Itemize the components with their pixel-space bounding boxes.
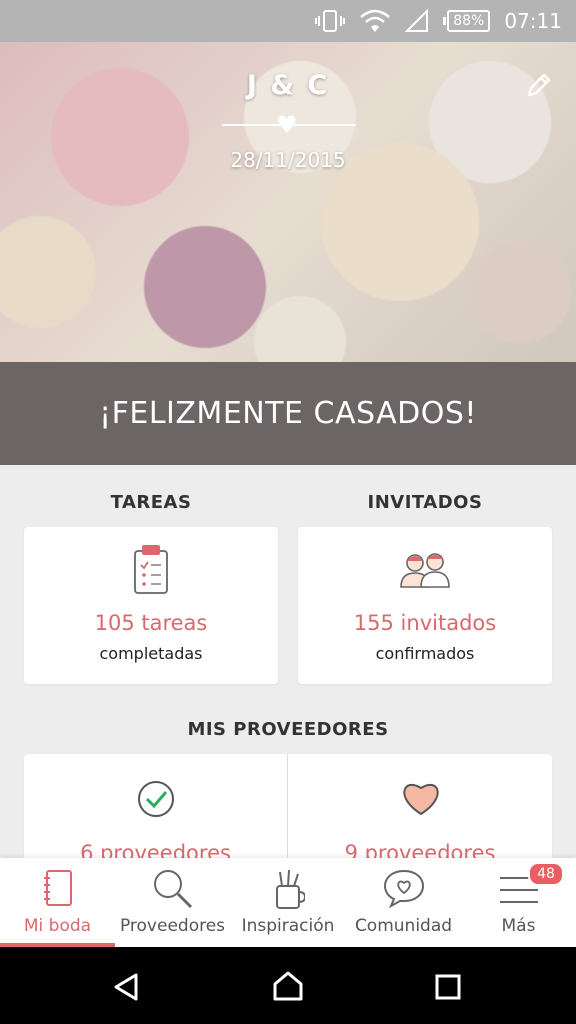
status-banner: ¡FELIZMENTE CASADOS! xyxy=(0,362,576,465)
nav-comunidad[interactable]: Comunidad xyxy=(346,858,461,947)
vendors-title: MIS PROVEEDORES xyxy=(187,719,389,740)
recent-apps-icon[interactable] xyxy=(434,973,462,1001)
nav-label: Inspiración xyxy=(241,916,335,936)
tools-cup-icon xyxy=(276,869,305,909)
nav-label: Mi boda xyxy=(23,916,92,936)
edit-pencil-icon[interactable] xyxy=(524,70,554,100)
guests-caption: confirmados xyxy=(375,644,475,663)
guests-count: 155 invitados xyxy=(353,611,497,635)
nav-inspiracion[interactable]: Inspiración xyxy=(230,858,346,947)
favorite-vendors[interactable]: 9 proveedores xyxy=(288,754,552,865)
tasks-caption: completadas xyxy=(99,644,203,663)
tasks-count: 105 tareas xyxy=(94,611,208,635)
wifi-icon xyxy=(360,9,391,32)
nav-proveedores[interactable]: Proveedores xyxy=(115,858,230,947)
battery-level: 88% xyxy=(447,10,491,32)
heart-icon: ♥ xyxy=(276,111,298,139)
search-icon xyxy=(153,870,192,909)
system-nav-bar xyxy=(0,947,576,1024)
nav-label: Comunidad xyxy=(354,916,453,936)
checklist-icon xyxy=(134,545,168,594)
nav-label: Proveedores xyxy=(119,916,226,936)
home-icon[interactable] xyxy=(271,970,305,1002)
wedding-date: 28/11/2015 xyxy=(230,148,346,172)
vibrate-icon xyxy=(315,10,346,32)
check-circle-icon xyxy=(138,781,174,817)
tasks-card[interactable]: 105 tareas completadas xyxy=(24,527,278,684)
vendors-card: 6 proveedores 9 proveedores xyxy=(24,754,552,865)
guests-icon xyxy=(400,553,450,588)
couple-names: J & C xyxy=(246,70,330,101)
guests-title: INVITADOS xyxy=(367,492,483,513)
guests-card[interactable]: 155 invitados confirmados xyxy=(298,527,552,684)
bottom-nav: Mi boda Proveedores Inspiración Comunida… xyxy=(0,858,576,947)
clock: 07:11 xyxy=(504,9,562,33)
status-bar: 88% 07:11 xyxy=(0,0,576,42)
nav-label: Más xyxy=(501,916,536,936)
hired-vendors[interactable]: 6 proveedores xyxy=(24,754,287,865)
battery-indicator: 88% xyxy=(443,10,491,32)
hero-image: J & C ♥ 28/11/2015 xyxy=(0,42,576,362)
nav-mi-boda[interactable]: Mi boda xyxy=(0,858,115,947)
notification-badge: 48 xyxy=(528,862,564,886)
notebook-icon xyxy=(43,870,72,906)
tasks-title: TAREAS xyxy=(110,492,192,513)
signal-icon xyxy=(405,9,429,32)
heart-icon xyxy=(403,783,439,816)
chat-heart-icon xyxy=(383,869,424,908)
back-icon[interactable] xyxy=(112,972,142,1002)
